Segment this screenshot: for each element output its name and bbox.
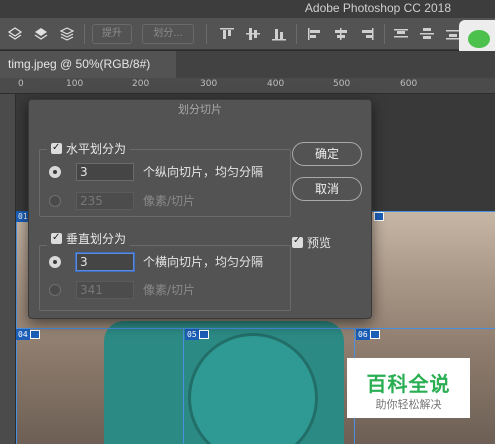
cancel-button[interactable]: 取消 (292, 177, 362, 201)
distribute-vcenter-icon[interactable] (418, 26, 436, 42)
horizontal-pixel-field[interactable]: 235 (76, 192, 134, 210)
watermark-logo: 百科全说 (366, 372, 451, 396)
wechat-icon (468, 30, 490, 48)
horizontal-count-radio[interactable] (49, 166, 61, 178)
options-separator (296, 24, 297, 44)
document-tab[interactable]: timg.jpeg @ 50%(RGB/8#) (0, 51, 176, 78)
divide-button[interactable]: 划分... (142, 24, 194, 44)
options-separator (384, 24, 385, 44)
align-right-icon[interactable] (358, 26, 376, 42)
vertical-count-label: 个横向切片，均匀分隔 (143, 255, 264, 269)
ruler-label: 100 (66, 79, 84, 89)
align-hcenter-icon[interactable] (332, 26, 350, 42)
preview-checkbox[interactable]: 预览 (292, 234, 332, 250)
align-top-icon[interactable] (218, 26, 236, 42)
ruler-label: 0 (18, 79, 24, 89)
ruler-label: 500 (333, 79, 351, 89)
horizontal-ruler: 0 100 200 300 400 500 600 (0, 78, 495, 94)
checkbox-checked-icon (51, 140, 62, 156)
ok-button[interactable]: 确定 (292, 142, 362, 166)
watermark: 百科全说 助你轻松解决 (347, 358, 470, 418)
horizontal-pixel-radio[interactable] (49, 195, 61, 207)
slice-line (16, 211, 17, 444)
slice-line (16, 328, 495, 329)
watermark-subtitle: 助你轻松解决 (375, 398, 442, 411)
title-bar: Adobe Photoshop CC 2018 (0, 0, 495, 18)
vertical-checkbox-label: 垂直划分为 (66, 232, 127, 246)
vertical-count-radio[interactable] (49, 256, 61, 268)
options-separator (84, 24, 85, 44)
options-separator (206, 24, 207, 44)
vertical-pixel-field[interactable]: 341 (76, 281, 134, 299)
horizontal-checkbox-label: 水平划分为 (66, 142, 127, 156)
checkbox-checked-icon (51, 230, 62, 246)
slice-image-icon (30, 330, 40, 339)
vertical-ruler (0, 94, 16, 444)
photoshop-window: Adobe Photoshop CC 2018 提升 划分... timg.jp… (0, 0, 495, 444)
send-to-back-icon[interactable] (58, 26, 76, 42)
vertical-checkbox[interactable]: 垂直划分为 (47, 230, 131, 247)
vertical-count-field[interactable]: 3 (76, 253, 134, 271)
preview-label: 预览 (307, 236, 332, 250)
align-bottom-icon[interactable] (270, 26, 288, 42)
slice-image-icon (370, 330, 380, 339)
distribute-top-icon[interactable] (392, 26, 410, 42)
align-left-icon[interactable] (306, 26, 324, 42)
bring-forward-icon[interactable] (6, 26, 24, 42)
ruler-label: 300 (200, 79, 218, 89)
promote-button[interactable]: 提升 (92, 24, 132, 44)
ruler-label: 200 (132, 79, 150, 89)
ruler-label: 400 (267, 79, 285, 89)
options-bar: 提升 划分... (0, 18, 495, 50)
horizontal-pixel-label: 像素/切片 (143, 194, 196, 208)
slice-image-icon (199, 330, 209, 339)
horizontal-count-label: 个纵向切片，均匀分隔 (143, 165, 264, 179)
ruler-label: 600 (400, 79, 418, 89)
horizontal-checkbox[interactable]: 水平划分为 (47, 140, 131, 157)
send-backward-icon[interactable] (32, 26, 50, 42)
align-vcenter-icon[interactable] (244, 26, 262, 42)
divide-slice-dialog: 划分切片 水平划分为 3 个纵向切片，均匀分隔 235 像素/切片 垂直划分为 … (28, 99, 372, 319)
slice-tag-06[interactable]: 06 (356, 329, 370, 340)
horizontal-count-field[interactable]: 3 (76, 163, 134, 181)
checkbox-checked-icon (292, 234, 303, 248)
dialog-title: 划分切片 (178, 103, 222, 116)
slice-tag-05[interactable]: 05 (185, 329, 199, 340)
slice-tag-04[interactable]: 04 (16, 329, 30, 340)
slice-image-icon (374, 212, 384, 221)
app-title: Adobe Photoshop CC 2018 (304, 1, 451, 15)
vertical-pixel-label: 像素/切片 (143, 283, 196, 297)
slice-line (183, 328, 184, 444)
vertical-pixel-radio[interactable] (49, 284, 61, 296)
document-tab-bar: timg.jpeg @ 50%(RGB/8#) (0, 51, 495, 78)
